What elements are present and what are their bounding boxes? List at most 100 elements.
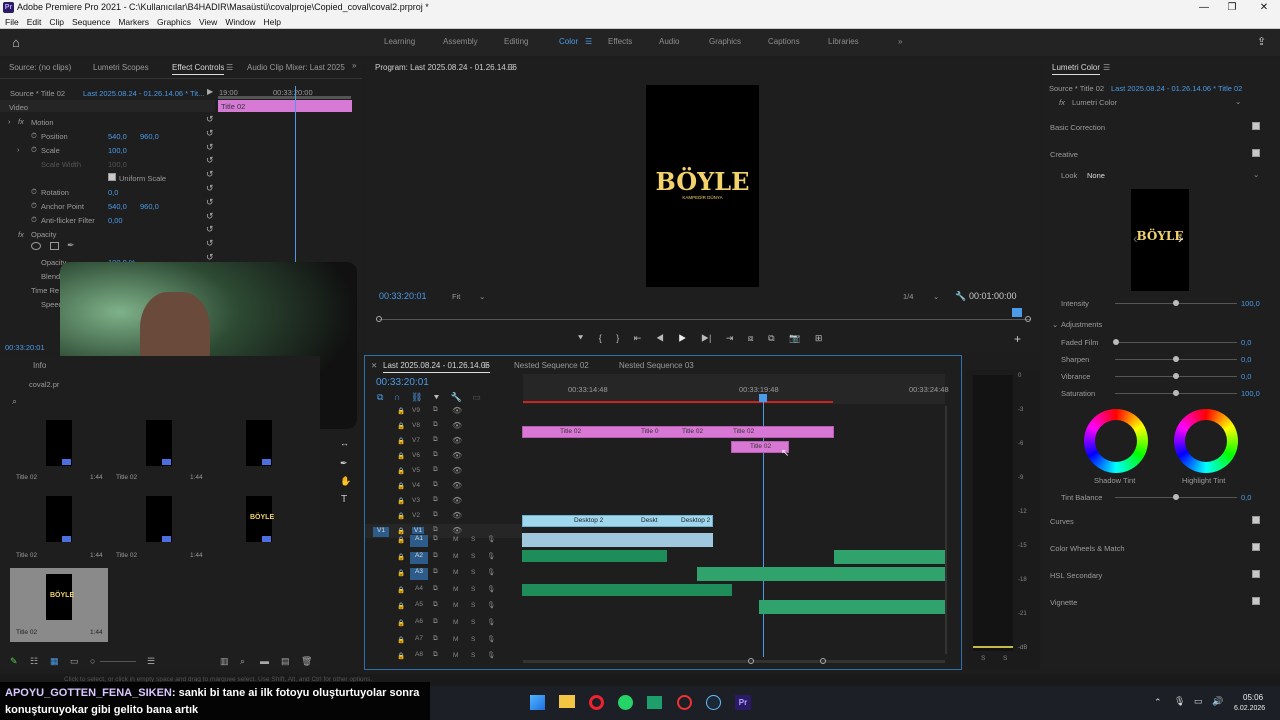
mark-out-icon[interactable]: }: [616, 333, 619, 343]
close-icon[interactable]: ✕: [1254, 0, 1274, 15]
sync-lock-icon[interactable]: ⧉: [433, 585, 438, 593]
lock-icon[interactable]: 🔒: [397, 602, 405, 610]
type-tool-icon[interactable]: T: [341, 494, 347, 505]
camera-icon[interactable]: 📷: [789, 333, 800, 343]
stopwatch-icon[interactable]: ⏱: [31, 201, 37, 211]
quality-dropdown[interactable]: 1/4: [903, 292, 913, 301]
mute-button[interactable]: M: [453, 569, 458, 576]
menu-graphics[interactable]: Graphics: [157, 15, 191, 29]
find-icon[interactable]: ⌕: [240, 656, 245, 667]
video-track-header[interactable]: 🔒 V6 ⧉ 👁: [365, 449, 522, 463]
tab-source[interactable]: Source: (no clips): [9, 63, 71, 72]
color-wheels-checkbox[interactable]: [1252, 543, 1260, 551]
menu-markers[interactable]: Markers: [118, 15, 149, 29]
lock-icon[interactable]: 🔒: [397, 452, 405, 460]
icon-view-icon[interactable]: ▦: [50, 656, 59, 667]
lock-icon[interactable]: 🔒: [397, 652, 405, 660]
timeline-scrollbar[interactable]: [945, 406, 947, 654]
creative-label[interactable]: Creative: [1050, 150, 1078, 159]
step-forward-icon[interactable]: ▶|: [701, 333, 711, 343]
program-timecode[interactable]: 00:33:20:01: [379, 291, 427, 301]
sync-lock-icon[interactable]: ⧉: [433, 436, 438, 444]
linked-selection-icon[interactable]: ⛓: [411, 392, 422, 402]
solo-button[interactable]: S: [471, 619, 475, 626]
menu-sequence[interactable]: Sequence: [72, 15, 110, 29]
audio-track-header[interactable]: 🔒 A8 ⧉ M S 🎙: [365, 649, 522, 664]
color-wheels-label[interactable]: Color Wheels & Match: [1050, 544, 1125, 553]
a1-clip[interactable]: [522, 533, 713, 547]
chevron-left-icon[interactable]: ‹: [1133, 230, 1138, 246]
nest-icon[interactable]: ⧉: [377, 392, 383, 402]
steam-icon[interactable]: [706, 695, 721, 710]
zoom-handle-right[interactable]: [820, 658, 826, 664]
solo-button[interactable]: S: [471, 602, 475, 609]
vibrance-slider[interactable]: [1115, 373, 1237, 379]
shadow-tint-wheel[interactable]: [1084, 409, 1148, 473]
play-icon[interactable]: ▶: [678, 333, 686, 343]
chevron-down-icon[interactable]: ⌄: [933, 292, 939, 301]
app-icon[interactable]: [677, 695, 692, 710]
clock-date[interactable]: 6.02.2026: [1234, 705, 1265, 712]
video-track-header[interactable]: 🔒 V7 ⧉ 👁: [365, 434, 522, 448]
reset-icons[interactable]: ↺ ↺ ↺ ↺ ↺ ↺ ↺ ↺ ↺ ↺ ↺: [206, 113, 214, 265]
microphone-icon[interactable]: 🎙: [487, 585, 495, 593]
app-icon[interactable]: [647, 696, 662, 709]
solo-button[interactable]: S: [471, 553, 475, 560]
sync-lock-icon[interactable]: ⧉: [433, 511, 438, 519]
audio-track-header[interactable]: 🔒 A1 ⧉ M S 🎙: [365, 533, 522, 548]
vignette-label[interactable]: Vignette: [1050, 598, 1077, 607]
menu-view[interactable]: View: [199, 15, 217, 29]
time-remap-label[interactable]: Time Re: [31, 286, 59, 295]
vignette-checkbox[interactable]: [1252, 597, 1260, 605]
eye-icon[interactable]: 👁: [452, 406, 462, 415]
anchor-x[interactable]: 540,0: [108, 202, 127, 211]
track-name[interactable]: V7: [412, 437, 420, 444]
chevron-down-icon[interactable]: ⌄: [1253, 170, 1259, 179]
a5-clip[interactable]: [759, 600, 945, 614]
v1-clip[interactable]: Desktop 2: [681, 517, 710, 524]
uniform-scale-checkbox[interactable]: [108, 173, 116, 181]
marker-icon[interactable]: ⯆: [577, 333, 584, 343]
track-name[interactable]: A2: [410, 551, 428, 564]
sync-lock-icon[interactable]: ⧉: [433, 466, 438, 474]
timeline-menu-icon[interactable]: ☰: [482, 361, 489, 370]
microphone-icon[interactable]: 🎙: [487, 635, 495, 643]
sync-lock-icon[interactable]: ⧉: [433, 651, 438, 659]
track-name[interactable]: A6: [410, 618, 428, 630]
timeline-horizontal-scrollbar[interactable]: [523, 660, 945, 663]
video-track-header[interactable]: 🔒 V8 ⧉ 👁: [365, 419, 522, 433]
audio-track-header[interactable]: 🔒 A6 ⧉ M S 🎙: [365, 616, 522, 631]
lock-icon[interactable]: 🔒: [397, 467, 405, 475]
lock-icon[interactable]: 🔒: [397, 586, 405, 594]
chevron-down-icon[interactable]: ⌄: [1235, 97, 1241, 106]
volume-icon[interactable]: 🔊: [1212, 696, 1223, 707]
timeline-tab-nested2[interactable]: Nested Sequence 02: [514, 361, 589, 370]
program-menu-icon[interactable]: ☰: [507, 63, 514, 72]
tab-info[interactable]: Info: [33, 361, 46, 370]
workspace-graphics[interactable]: Graphics: [709, 37, 741, 46]
tab-lumetri-scopes[interactable]: Lumetri Scopes: [93, 63, 149, 72]
more-workspaces-icon[interactable]: »: [898, 37, 902, 46]
sync-lock-icon[interactable]: ⧉: [433, 496, 438, 504]
timeline-tab-nested3[interactable]: Nested Sequence 03: [619, 361, 694, 370]
rotation-value[interactable]: 0,0: [108, 188, 118, 197]
ellipse-mask-icon[interactable]: [31, 242, 41, 250]
lock-icon[interactable]: 🔒: [397, 407, 405, 415]
sync-lock-icon[interactable]: ⧉: [433, 406, 438, 414]
zoom-slider[interactable]: [100, 661, 136, 662]
video-track-header[interactable]: 🔒 V3 ⧉ 👁: [365, 494, 522, 508]
stopwatch-icon[interactable]: ⏱: [31, 131, 37, 141]
v7-clip[interactable]: Title 0: [641, 428, 658, 435]
workspace-assembly[interactable]: Assembly: [443, 37, 478, 46]
sync-lock-icon[interactable]: ⧉: [433, 635, 438, 643]
video-track-header[interactable]: 🔒 V5 ⧉ 👁: [365, 464, 522, 478]
workspace-color[interactable]: Color: [559, 37, 578, 46]
automate-icon[interactable]: ▥: [220, 656, 229, 667]
project-thumb[interactable]: BÖYLE: [46, 574, 74, 620]
eye-icon[interactable]: 👁: [452, 466, 462, 475]
fx-icon[interactable]: fx: [1059, 98, 1065, 107]
zoom-handle-left[interactable]: [748, 658, 754, 664]
stopwatch-icon[interactable]: ⏱: [31, 145, 37, 155]
audio-track-header[interactable]: 🔒 A2 ⧉ M S 🎙: [365, 550, 522, 565]
faded-film-slider[interactable]: [1113, 339, 1237, 345]
